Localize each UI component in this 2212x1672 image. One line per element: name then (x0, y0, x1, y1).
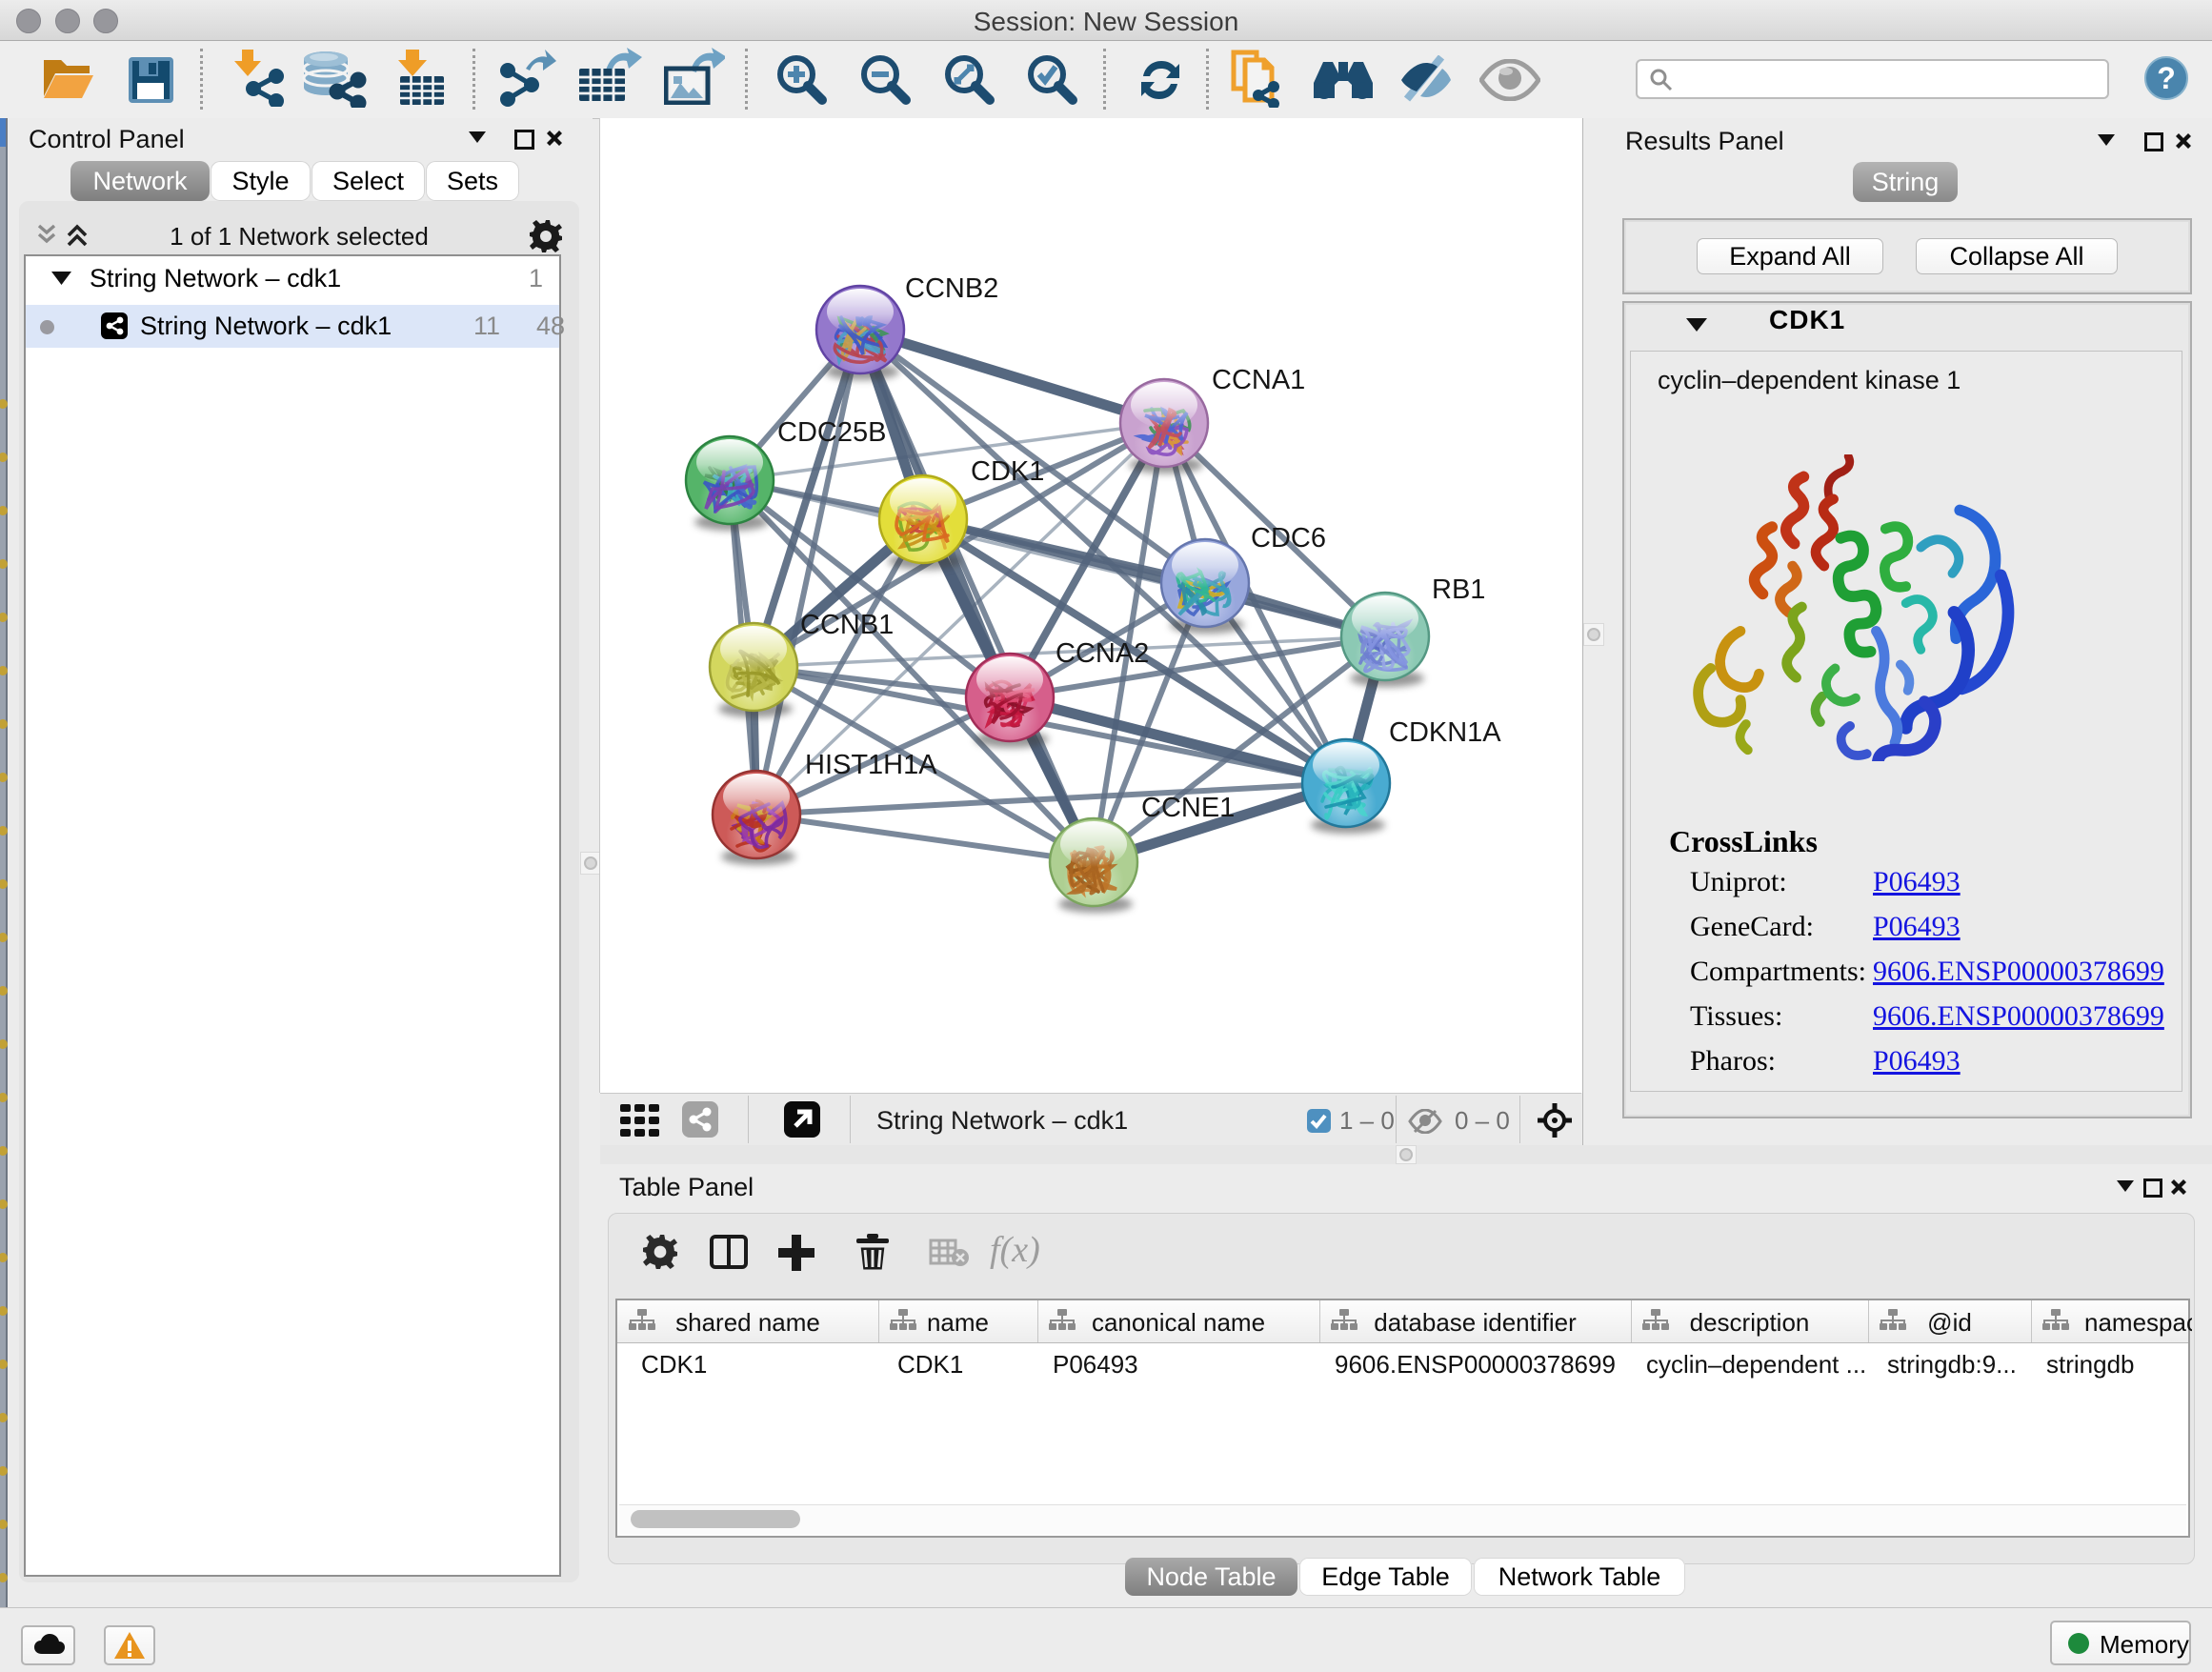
svg-text:HIST1H1A: HIST1H1A (805, 750, 937, 780)
svg-text:CDC6: CDC6 (1251, 523, 1326, 554)
svg-text:CCNA2: CCNA2 (1056, 638, 1149, 669)
svg-text:?: ? (2157, 61, 2176, 95)
svg-text:CCNB2: CCNB2 (905, 273, 998, 304)
svg-text:CDC25B: CDC25B (777, 417, 886, 448)
svg-text:CCNE1: CCNE1 (1141, 793, 1235, 823)
svg-text:CDK1: CDK1 (971, 456, 1044, 487)
svg-text:CDKN1A: CDKN1A (1389, 717, 1501, 748)
svg-text:CCNB1: CCNB1 (800, 610, 894, 640)
svg-text:CCNA1: CCNA1 (1212, 365, 1305, 395)
svg-text:RB1: RB1 (1432, 574, 1485, 605)
